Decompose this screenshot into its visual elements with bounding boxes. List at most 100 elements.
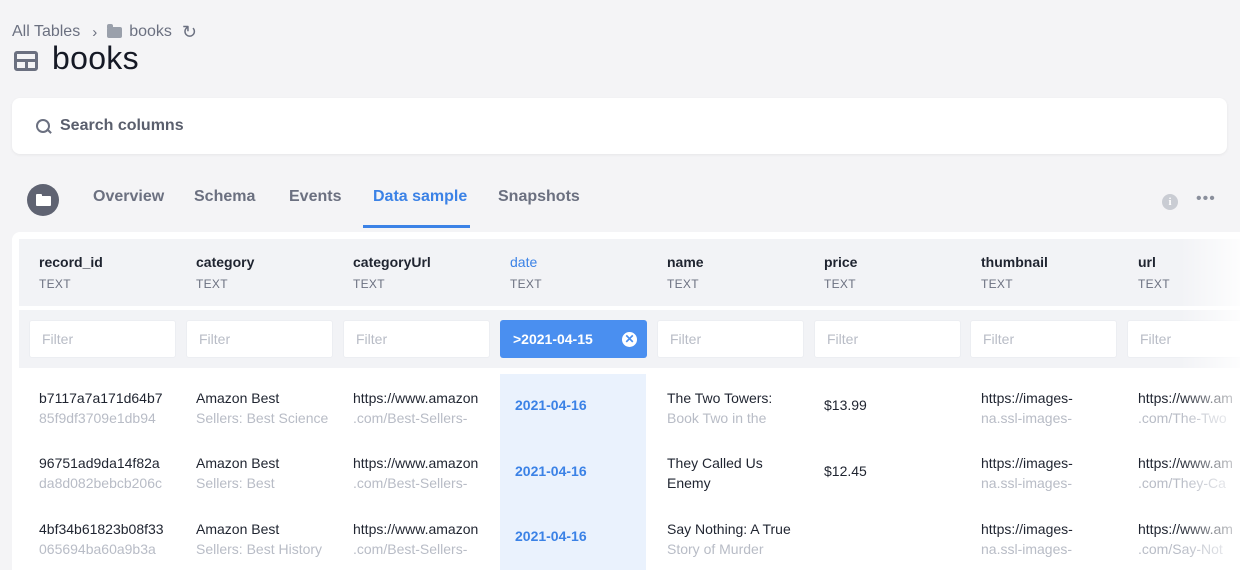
cell-line: Sellers: Best <box>196 475 275 491</box>
cell-line: .com/Best-Sellers- <box>353 410 468 426</box>
column-type: TEXT <box>981 277 1013 291</box>
filter-input-date[interactable]: >2021-04-15 ✕ <box>500 320 647 358</box>
table-cell-date[interactable]: 2021-04-16 <box>515 397 587 413</box>
column-name: record_id <box>39 254 103 270</box>
table-cell-categoryurl[interactable]: https://www.amazon .com/Best-Sellers- <box>353 519 501 559</box>
table-cell-thumbnail[interactable]: https://images-na.ssl-images- <box>981 453 1129 493</box>
table-cell-price[interactable]: $12.45 <box>824 461 972 501</box>
table-cell-name[interactable]: They Called Us Enemy <box>667 453 815 493</box>
cell-line: https://www.amazon <box>353 455 479 471</box>
table-cell-category[interactable]: Amazon Best Sellers: Best History <box>196 519 344 559</box>
column-header-date[interactable]: date TEXT <box>510 254 542 291</box>
cell-line: 065694ba60a9b3a <box>39 541 156 557</box>
table-cell-date[interactable]: 2021-04-16 <box>515 528 587 544</box>
column-name: date <box>510 254 538 270</box>
column-type: TEXT <box>196 277 228 291</box>
cell-line: Amazon Best <box>196 390 280 406</box>
info-icon[interactable]: i <box>1162 194 1178 210</box>
filter-input-thumbnail[interactable] <box>970 320 1117 358</box>
cell-line: .com/The-Two <box>1138 410 1227 426</box>
search-columns-input[interactable] <box>60 117 660 135</box>
column-header-price[interactable]: price TEXT <box>824 254 857 291</box>
table-cell-url[interactable]: https://www.am .com/They-Ca <box>1138 453 1240 493</box>
breadcrumb: All Tables › books ↻ <box>12 22 197 42</box>
cell-line: https://images- <box>981 521 1073 537</box>
table-cell-price[interactable]: $13.99 <box>824 395 972 435</box>
column-name: name <box>667 254 704 270</box>
filter-input-price[interactable] <box>814 320 961 358</box>
filter-input-categoryurl[interactable] <box>343 320 490 358</box>
cell-line: b7117a7a171d64b7 <box>39 390 163 406</box>
active-filter-value: >2021-04-15 <box>513 331 593 347</box>
page-header: books <box>14 40 139 77</box>
cell-line: $13.99 <box>824 397 867 413</box>
search-columns-box[interactable] <box>12 98 1227 154</box>
table-cell-categoryurl[interactable]: https://www.amazon .com/Best-Sellers- <box>353 388 501 428</box>
table-cell-record-id[interactable]: 4bf34b61823b08f33 065694ba60a9b3a <box>39 519 187 559</box>
cell-line: Amazon Best <box>196 455 280 471</box>
table-cell-categoryurl[interactable]: https://www.amazon .com/Best-Sellers- <box>353 453 501 493</box>
column-name: category <box>196 254 255 270</box>
tab-bar: Overview Schema Events Data sample Snaps… <box>0 178 1240 228</box>
cell-line: 96751ad9da14f82a <box>39 455 160 471</box>
refresh-icon[interactable]: ↻ <box>182 23 197 41</box>
cell-line: https://images- <box>981 455 1073 471</box>
breadcrumb-all-tables[interactable]: All Tables <box>12 23 80 41</box>
data-sample-table: record_id TEXT category TEXT categoryUrl… <box>12 232 1240 570</box>
tab-snapshots[interactable]: Snapshots <box>498 188 580 206</box>
table-cell-name[interactable]: The Two Towers: Book Two in the <box>667 388 815 428</box>
table-cell-thumbnail[interactable]: https://images-na.ssl-images- <box>981 388 1129 428</box>
column-header-record-id[interactable]: record_id TEXT <box>39 254 103 291</box>
table-cell-thumbnail[interactable]: https://images-na.ssl-images- <box>981 519 1129 559</box>
table-cell-price[interactable] <box>824 526 972 566</box>
column-header-category[interactable]: category TEXT <box>196 254 254 291</box>
column-type: TEXT <box>1138 277 1170 291</box>
tab-schema[interactable]: Schema <box>194 188 255 206</box>
tab-overview[interactable]: Overview <box>93 188 164 206</box>
filter-input-url[interactable] <box>1127 320 1240 358</box>
cell-line: https://www.amazon <box>353 521 479 537</box>
cell-line: .com/Say-Not <box>1138 541 1223 557</box>
folder-icon <box>107 23 123 38</box>
column-header-name[interactable]: name TEXT <box>667 254 704 291</box>
table-cell-category[interactable]: Amazon Best Sellers: Best <box>196 453 344 493</box>
cell-line: https://www.amazon <box>353 390 479 406</box>
cell-line: $12.45 <box>824 463 867 479</box>
cell-line: They Called Us <box>667 455 763 471</box>
cell-line: .com/Best-Sellers- <box>353 475 468 491</box>
filter-input-name[interactable] <box>657 320 804 358</box>
cell-line: .com/They-Ca <box>1138 475 1226 491</box>
cell-line: na.ssl-images- <box>981 541 1073 557</box>
filter-input-category[interactable] <box>186 320 333 358</box>
cell-line: Say Nothing: A True <box>667 521 791 537</box>
cell-line: Amazon Best <box>196 521 280 537</box>
cell-line: .com/Best-Sellers- <box>353 541 468 557</box>
cell-line: https://www.am <box>1138 455 1233 471</box>
clear-filter-icon[interactable]: ✕ <box>622 332 637 347</box>
column-header-categoryurl[interactable]: categoryUrl TEXT <box>353 254 431 291</box>
table-cell-url[interactable]: https://www.am .com/The-Two <box>1138 388 1240 428</box>
table-cell-name[interactable]: Say Nothing: A True Story of Murder <box>667 519 815 559</box>
column-type: TEXT <box>824 277 856 291</box>
table-cell-record-id[interactable]: b7117a7a171d64b7 85f9df3709e1db94 <box>39 388 187 428</box>
tab-data-sample[interactable]: Data sample <box>373 188 467 206</box>
table-cell-category[interactable]: Amazon Best Sellers: Best Science <box>196 388 344 428</box>
column-type: TEXT <box>39 277 71 291</box>
column-header-thumbnail[interactable]: thumbnail TEXT <box>981 254 1048 291</box>
filter-input-record-id[interactable] <box>29 320 176 358</box>
column-name: url <box>1138 254 1156 270</box>
column-type: TEXT <box>353 277 385 291</box>
folder-icon[interactable] <box>27 184 59 216</box>
more-options-icon[interactable]: ••• <box>1196 190 1216 208</box>
cell-line: da8d082bebcb206c <box>39 475 163 491</box>
column-header-url[interactable]: url TEXT <box>1138 254 1170 291</box>
column-name: categoryUrl <box>353 254 431 270</box>
table-cell-record-id[interactable]: 96751ad9da14f82a da8d082bebcb206c <box>39 453 187 493</box>
column-name: price <box>824 254 858 270</box>
table-cell-url[interactable]: https://www.am .com/Say-Not <box>1138 519 1240 559</box>
table-cell-date[interactable]: 2021-04-16 <box>515 463 587 479</box>
breadcrumb-folder-books[interactable]: books <box>129 23 172 41</box>
column-name: thumbnail <box>981 254 1048 270</box>
cell-line: https://www.am <box>1138 521 1233 537</box>
tab-events[interactable]: Events <box>289 188 341 206</box>
